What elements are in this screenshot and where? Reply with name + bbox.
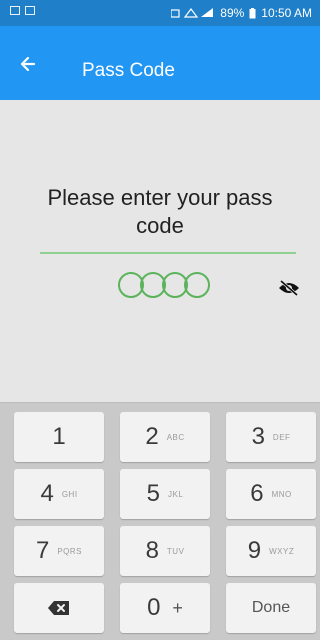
- key-digit: 1: [52, 423, 66, 450]
- key-digit: 8: [145, 537, 159, 564]
- done-label: Done: [251, 599, 291, 616]
- status-bar: 89% 10:50 AM: [0, 0, 320, 26]
- key-letters: TUV: [166, 546, 185, 556]
- key-plus: +: [172, 597, 183, 618]
- page-title: Pass Code: [82, 60, 175, 81]
- key-digit: 0: [147, 594, 161, 621]
- backspace-icon: [48, 601, 69, 615]
- notification-icon: [25, 6, 35, 15]
- signal-icons: [171, 8, 214, 18]
- key-7[interactable]: 7 PQRS: [14, 526, 104, 576]
- app-toolbar: Pass Code: [0, 26, 320, 100]
- key-4[interactable]: 4 GHI: [14, 469, 104, 519]
- key-0[interactable]: 0 +: [120, 583, 210, 633]
- backspace-key[interactable]: [14, 583, 104, 633]
- numeric-keypad: 1 2 ABC 3 DEF 4 GHI 5 JKL 6 MNO 7 PQRS 8…: [0, 402, 320, 640]
- key-digit: 6: [250, 480, 264, 507]
- back-button[interactable]: [16, 51, 44, 77]
- clock: 10:50 AM: [261, 6, 312, 20]
- passcode-panel: Please enter your pass code: [0, 100, 320, 402]
- pin-input[interactable]: [118, 272, 210, 298]
- key-digit: 2: [145, 423, 159, 450]
- key-digit: 9: [247, 537, 262, 564]
- key-2[interactable]: 2 ABC: [120, 412, 210, 462]
- passcode-prompt: Please enter your pass code: [47, 185, 273, 238]
- key-letters: PQRS: [57, 546, 83, 556]
- status-left-icons: [10, 6, 35, 15]
- key-8[interactable]: 8 TUV: [120, 526, 210, 576]
- key-letters: DEF: [272, 432, 291, 442]
- status-right: 89% 10:50 AM: [171, 6, 312, 20]
- arrow-left-icon: [20, 56, 36, 72]
- key-digit: 7: [35, 537, 50, 564]
- key-letters: MNO: [271, 489, 292, 499]
- key-1[interactable]: 1: [14, 412, 104, 462]
- key-3[interactable]: 3 DEF: [226, 412, 316, 462]
- key-digit: 4: [40, 480, 54, 507]
- battery-icon: [249, 7, 256, 18]
- key-9[interactable]: 9 WXYZ: [226, 526, 316, 576]
- eye-off-icon: [279, 279, 299, 297]
- input-underline: [40, 252, 296, 254]
- key-6[interactable]: 6 MNO: [226, 469, 316, 519]
- key-letters: WXYZ: [269, 546, 295, 556]
- key-letters: JKL: [168, 489, 184, 499]
- key-5[interactable]: 5 JKL: [120, 469, 210, 519]
- key-digit: 5: [146, 480, 161, 507]
- battery-percent: 89%: [220, 6, 245, 20]
- key-letters: GHI: [61, 489, 78, 499]
- key-letters: ABC: [166, 432, 185, 442]
- visibility-toggle[interactable]: [278, 279, 300, 297]
- pin-dot: [184, 272, 210, 298]
- done-key[interactable]: Done: [226, 583, 316, 633]
- key-digit: 3: [251, 423, 265, 450]
- notification-icon: [10, 6, 20, 15]
